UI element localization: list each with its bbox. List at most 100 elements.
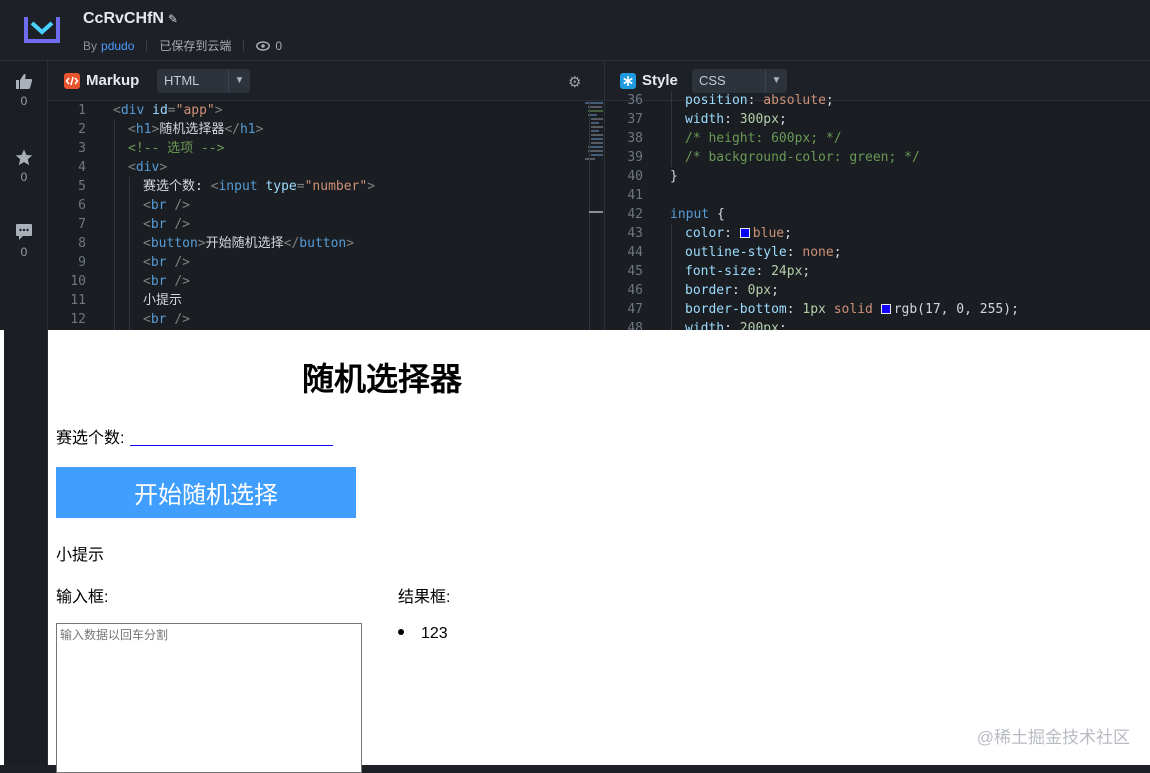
code-line[interactable]: 2 <h1>随机选择器</h1> <box>48 120 263 139</box>
code-line[interactable]: 39 /* background-color: green; */ <box>605 148 919 167</box>
code-line[interactable]: 6 <br /> <box>48 196 190 215</box>
markup-language-select[interactable]: HTML ▼ <box>157 69 250 93</box>
code-token: /> <box>174 255 190 270</box>
code-line[interactable]: 8 <button>开始随机选择</button> <box>48 234 354 253</box>
result-list-item: 123 <box>398 625 448 643</box>
code-token: } <box>670 169 678 184</box>
markup-editor[interactable]: 1 <div id="app"> 2 <h1>随机选择器</h1> 3 <!-- 选项 -… <box>48 101 603 330</box>
code-text: <button>开始随机选择</button> <box>143 234 354 253</box>
watermark: @稀土掘金技术社区 <box>976 728 1130 747</box>
markup-pane-title: Markup <box>86 72 140 89</box>
code-token: > <box>197 236 206 251</box>
line-number: 8 <box>78 236 86 251</box>
color-swatch-icon[interactable] <box>880 304 891 314</box>
indent-guide <box>671 224 672 330</box>
code-token: : <box>724 321 740 330</box>
code-line[interactable]: 4 <div> <box>48 158 167 177</box>
code-line[interactable]: 3 <!-- 选项 --> <box>48 139 224 158</box>
code-line[interactable]: 40} <box>605 167 678 186</box>
code-line[interactable]: 11 小提示 <box>48 291 182 310</box>
code-line[interactable]: 37 width: 300px; <box>605 110 786 129</box>
author-link[interactable]: pdudo <box>101 39 134 53</box>
style-pane: Style CSS ▼ 36 position: absolute; 37 width… <box>604 61 1150 330</box>
action-rail: 0 0 0 <box>0 61 48 765</box>
code-token: border-bottom <box>685 302 787 317</box>
editor-scroll-thumb[interactable] <box>589 211 603 213</box>
code-token: /* height: 600px; */ <box>685 131 842 146</box>
code-text: <!-- 选项 --> <box>128 139 224 158</box>
code-text: /* height: 600px; */ <box>685 129 842 148</box>
code-text: input { <box>670 205 725 224</box>
code-token: absolute <box>763 93 826 108</box>
comment-button[interactable]: 0 <box>0 223 48 259</box>
style-language-select[interactable]: CSS ▼ <box>692 69 787 93</box>
code-token: = <box>296 179 305 194</box>
code-token: 开始随机选择 <box>205 236 284 251</box>
line-number: 45 <box>627 264 643 279</box>
code-token: < <box>143 198 151 213</box>
editor-scrollbar[interactable] <box>589 101 590 330</box>
star-button[interactable]: 0 <box>0 149 48 184</box>
code-text: font-size: 24px; <box>685 262 810 281</box>
code-token: outline-style <box>685 245 787 260</box>
code-line[interactable]: 45 font-size: 24px; <box>605 262 810 281</box>
line-number: 6 <box>78 198 86 213</box>
code-text: 赛选个数: <input type="number"> <box>143 177 375 196</box>
code-token: : <box>786 302 803 317</box>
line-number: 5 <box>78 179 86 194</box>
code-text: border-bottom: 1px solid rgb(17, 0, 255)… <box>685 300 1019 319</box>
code-line[interactable]: 48 width: 200px; <box>605 319 786 330</box>
start-random-button[interactable]: 开始随机选择 <box>56 467 356 518</box>
code-token: color <box>685 226 725 241</box>
star-icon <box>15 149 33 166</box>
pencil-icon[interactable]: ✎ <box>168 12 178 26</box>
code-token: > <box>367 179 376 194</box>
line-number: 3 <box>78 141 86 156</box>
style-language-value: CSS <box>699 73 726 88</box>
code-token: br <box>150 274 175 289</box>
project-title[interactable]: CcRvCHfN ✎ <box>83 10 178 28</box>
markup-language-value: HTML <box>164 73 200 88</box>
code-line[interactable]: 46 border: 0px; <box>605 281 779 300</box>
like-button[interactable]: 0 <box>0 73 48 108</box>
code-token: 小提示 <box>143 293 183 308</box>
code-line[interactable]: 10 <br /> <box>48 272 190 291</box>
result-item-text: 123 <box>421 625 448 642</box>
star-count: 0 <box>20 170 28 184</box>
code-line[interactable]: 9 <br /> <box>48 253 190 272</box>
top-bar: CcRvCHfN ✎ By pdudo 已保存到云端 0 <box>0 0 1150 61</box>
color-swatch-icon[interactable] <box>739 228 750 238</box>
count-input[interactable] <box>130 424 333 446</box>
code-token: > <box>255 122 264 137</box>
code-token: : <box>724 226 740 241</box>
code-minimap[interactable] <box>583 101 603 171</box>
chevron-down-icon: ▼ <box>228 69 250 93</box>
code-line[interactable]: 42 input { <box>605 205 725 224</box>
code-token: /> <box>174 198 190 213</box>
code-line[interactable]: 44 outline-style: none; <box>605 243 841 262</box>
code-line[interactable]: 47 border-bottom: 1px solid rgb(17, 0, 25… <box>605 300 1019 319</box>
line-number: 38 <box>627 131 643 146</box>
data-textarea[interactable]: 输入数据以回车分割 <box>56 623 362 773</box>
code-line[interactable]: 38 /* height: 600px; */ <box>605 129 842 148</box>
code-text: <br /> <box>143 272 190 291</box>
chevron-down-icon: ▼ <box>765 69 787 93</box>
code-line[interactable]: 41 <box>605 186 670 205</box>
code-line[interactable]: 1 <div id="app"> <box>48 101 222 120</box>
line-number: 7 <box>78 217 86 232</box>
code-line[interactable]: 7 <br /> <box>48 215 190 234</box>
code-line[interactable]: 43 color: blue; <box>605 224 792 243</box>
code-text: } <box>670 167 678 186</box>
code-token: br <box>150 198 175 213</box>
code-token: > <box>159 160 168 175</box>
gear-icon[interactable]: ⚙ <box>568 73 581 91</box>
code-line[interactable]: 12 <br /> <box>48 310 190 329</box>
style-editor[interactable]: 36 position: absolute; 37 width: 300px; 38 /*… <box>605 91 1150 330</box>
code-token: button <box>150 236 198 251</box>
tip-text: 小提示 <box>56 547 105 564</box>
codepen-logo-icon[interactable] <box>22 13 62 47</box>
code-text: position: absolute; <box>685 91 834 110</box>
code-line[interactable]: 5 赛选个数: <input type="number"> <box>48 177 375 196</box>
line-number: 39 <box>627 150 643 165</box>
code-line[interactable]: 36 position: absolute; <box>605 91 834 110</box>
